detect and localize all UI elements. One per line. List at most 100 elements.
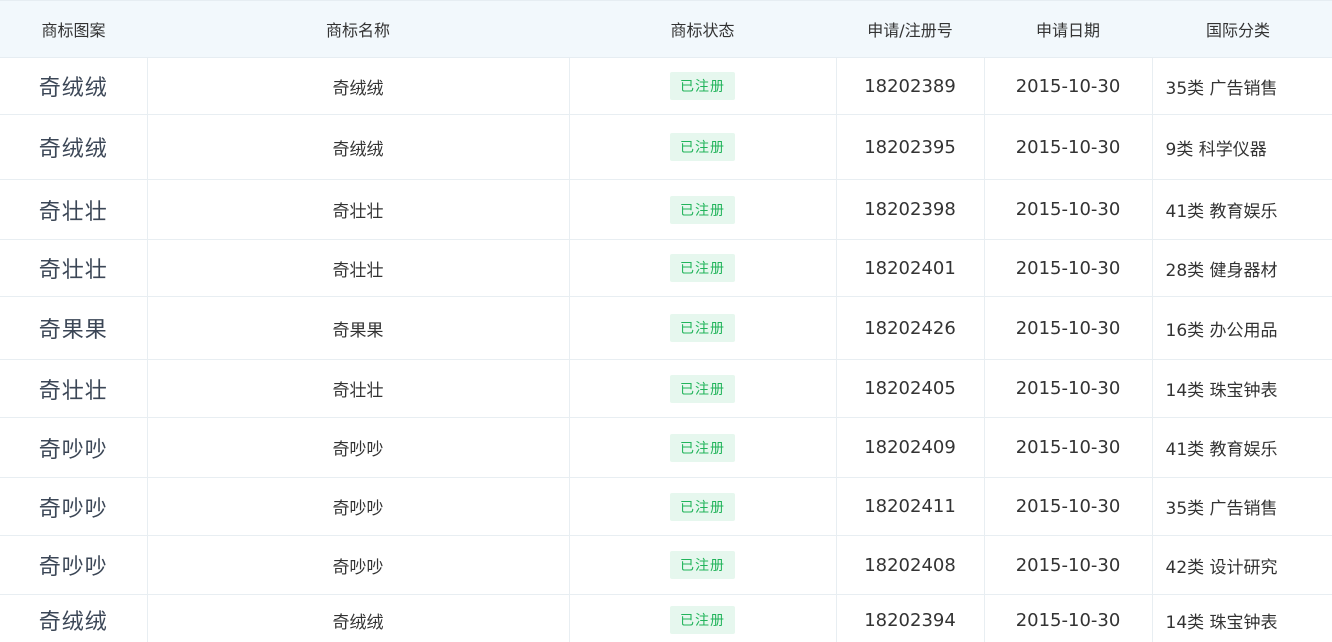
apply-date: 2015-10-30: [1015, 317, 1121, 339]
trademark-name[interactable]: 奇壮壮: [148, 197, 569, 222]
table-row[interactable]: 奇吵吵 奇吵吵 已注册 18202409 2015-10-30 41类 教育娱乐: [0, 417, 1332, 478]
trademark-name[interactable]: 奇壮壮: [148, 376, 569, 401]
trademark-name-cell: 奇壮壮: [147, 179, 570, 240]
trademark-logo-cell: 奇吵吵: [0, 417, 148, 478]
status-cell: 已注册: [569, 359, 837, 418]
reg-no-cell: 18202409: [836, 417, 985, 478]
status-badge: 已注册: [670, 492, 735, 521]
status-badge: 已注册: [670, 606, 735, 634]
trademark-logo-cell: 奇壮壮: [0, 239, 148, 297]
status-cell: 已注册: [569, 239, 837, 297]
trademark-name-cell: 奇吵吵: [147, 535, 570, 595]
reg-no: 18202401: [864, 257, 956, 279]
date-cell: 2015-10-30: [984, 296, 1153, 360]
reg-no-cell: 18202398: [836, 179, 985, 240]
intl-class: 35类 广告销售: [1165, 78, 1278, 99]
table-row[interactable]: 奇绒绒 奇绒绒 已注册 18202389 2015-10-30 35类 广告销售: [0, 57, 1332, 115]
table-row[interactable]: 奇果果 奇果果 已注册 18202426 2015-10-30 16类 办公用品: [0, 296, 1332, 360]
trademark-name[interactable]: 奇绒绒: [148, 135, 569, 160]
trademark-logo-cell: 奇吵吵: [0, 535, 148, 595]
intl-class-cell: 16类 办公用品: [1152, 296, 1332, 360]
reg-no-cell: 18202426: [836, 296, 985, 360]
reg-no-cell: 18202395: [836, 114, 985, 180]
table-row[interactable]: 奇壮壮 奇壮壮 已注册 18202401 2015-10-30 28类 健身器材: [0, 239, 1332, 297]
intl-class-cell: 14类 珠宝钟表: [1152, 595, 1332, 642]
date-cell: 2015-10-30: [984, 179, 1153, 240]
status-cell: 已注册: [569, 296, 837, 360]
trademark-name-cell: 奇绒绒: [147, 57, 570, 115]
status-cell: 已注册: [569, 417, 837, 478]
trademark-logo: 奇吵吵: [38, 555, 108, 580]
trademark-name[interactable]: 奇吵吵: [148, 435, 569, 460]
apply-date: 2015-10-30: [1015, 496, 1121, 517]
date-cell: 2015-10-30: [984, 57, 1153, 115]
intl-class-cell: 41类 教育娱乐: [1152, 417, 1332, 478]
intl-class: 42类 设计研究: [1165, 557, 1278, 578]
apply-date: 2015-10-30: [1015, 75, 1121, 97]
table-row[interactable]: 奇吵吵 奇吵吵 已注册 18202411 2015-10-30 35类 广告销售: [0, 477, 1332, 536]
date-cell: 2015-10-30: [984, 417, 1153, 478]
trademark-logo: 奇果果: [38, 318, 108, 343]
status-badge: 已注册: [670, 433, 735, 462]
trademark-name[interactable]: 奇绒绒: [148, 74, 569, 99]
trademark-logo: 奇绒绒: [38, 137, 108, 162]
trademark-name-cell: 奇果果: [147, 296, 570, 360]
trademark-logo: 奇吵吵: [38, 437, 108, 463]
table-header: 商标图案 商标名称 商标状态 申请/注册号 申请日期 国际分类: [0, 0, 1332, 58]
intl-class: 9类 科学仪器: [1165, 139, 1267, 160]
table-row[interactable]: 奇绒绒 奇绒绒 已注册 18202394 2015-10-30 14类 珠宝钟表: [0, 594, 1332, 642]
trademark-logo: 奇吵吵: [38, 496, 108, 522]
intl-class: 41类 教育娱乐: [1165, 202, 1278, 222]
trademark-table: 商标图案 商标名称 商标状态 申请/注册号 申请日期 国际分类 奇绒绒 奇绒绒 …: [0, 0, 1332, 642]
intl-class-cell: 28类 健身器材: [1152, 239, 1332, 297]
trademark-name-cell: 奇吵吵: [147, 477, 570, 536]
reg-no: 18202405: [864, 378, 956, 399]
reg-no-cell: 18202389: [836, 57, 985, 115]
date-cell: 2015-10-30: [984, 114, 1153, 180]
intl-class: 41类 教育娱乐: [1165, 440, 1278, 460]
apply-date: 2015-10-30: [1015, 199, 1121, 220]
reg-no: 18202398: [864, 199, 956, 220]
status-cell: 已注册: [569, 114, 837, 180]
trademark-name-cell: 奇绒绒: [147, 594, 570, 642]
table-row[interactable]: 奇绒绒 奇绒绒 已注册 18202395 2015-10-30 9类 科学仪器: [0, 114, 1332, 180]
intl-class: 14类 珠宝钟表: [1165, 612, 1278, 633]
apply-date: 2015-10-30: [1015, 609, 1121, 631]
trademark-logo: 奇壮壮: [38, 258, 108, 283]
status-badge: 已注册: [670, 254, 735, 282]
status-cell: 已注册: [569, 594, 837, 642]
apply-date: 2015-10-30: [1015, 554, 1121, 576]
trademark-logo-cell: 奇绒绒: [0, 594, 148, 642]
intl-class-cell: 41类 教育娱乐: [1152, 179, 1332, 240]
trademark-logo: 奇壮壮: [38, 199, 108, 225]
apply-date: 2015-10-30: [1015, 437, 1121, 458]
trademark-name-cell: 奇吵吵: [147, 417, 570, 478]
trademark-name[interactable]: 奇壮壮: [148, 256, 569, 281]
trademark-logo-cell: 奇绒绒: [0, 114, 148, 180]
trademark-name[interactable]: 奇果果: [148, 316, 569, 341]
status-badge: 已注册: [670, 133, 735, 161]
trademark-name[interactable]: 奇吵吵: [148, 553, 569, 578]
table-row[interactable]: 奇吵吵 奇吵吵 已注册 18202408 2015-10-30 42类 设计研究: [0, 535, 1332, 595]
status-cell: 已注册: [569, 477, 837, 536]
trademark-name[interactable]: 奇吵吵: [148, 494, 569, 519]
table-row[interactable]: 奇壮壮 奇壮壮 已注册 18202398 2015-10-30 41类 教育娱乐: [0, 179, 1332, 240]
table-row[interactable]: 奇壮壮 奇壮壮 已注册 18202405 2015-10-30 14类 珠宝钟表: [0, 359, 1332, 418]
col-header-reg-no: 申请/注册号: [836, 0, 984, 58]
apply-date: 2015-10-30: [1015, 257, 1121, 279]
trademark-name[interactable]: 奇绒绒: [148, 608, 569, 633]
apply-date: 2015-10-30: [1015, 378, 1121, 399]
status-badge: 已注册: [670, 374, 735, 403]
intl-class-cell: 42类 设计研究: [1152, 535, 1332, 595]
trademark-logo-cell: 奇吵吵: [0, 477, 148, 536]
reg-no: 18202389: [864, 75, 956, 97]
intl-class: 35类 广告销售: [1165, 499, 1278, 519]
trademark-logo-cell: 奇壮壮: [0, 179, 148, 240]
reg-no: 18202408: [864, 554, 956, 576]
status-badge: 已注册: [670, 195, 735, 224]
status-cell: 已注册: [569, 57, 837, 115]
status-cell: 已注册: [569, 179, 837, 240]
intl-class: 16类 办公用品: [1165, 320, 1278, 341]
date-cell: 2015-10-30: [984, 535, 1153, 595]
intl-class: 14类 珠宝钟表: [1165, 381, 1278, 401]
